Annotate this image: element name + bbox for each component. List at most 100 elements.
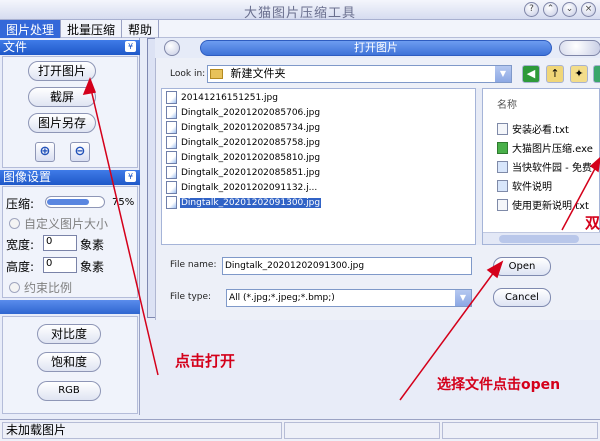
image-file-icon	[166, 136, 177, 149]
constrain-ratio-label: 约束比例	[24, 281, 73, 295]
shortcut-icon	[497, 160, 508, 173]
height-input[interactable]: 0	[43, 257, 77, 273]
file-item-name: Dingtalk_20201202085734.jpg	[181, 122, 321, 133]
text-file-icon	[497, 198, 508, 211]
contrast-button[interactable]: 对比度	[37, 324, 101, 344]
dialog-title: 打开图片	[200, 40, 552, 56]
right-file-item-name: 安装必看.txt	[512, 125, 569, 136]
window-restore-button[interactable]: ⌄	[562, 2, 577, 17]
chevron-down-icon[interactable]: ▼	[455, 290, 471, 306]
open-image-button[interactable]: 打开图片	[28, 61, 96, 81]
adjust-section-header	[0, 300, 140, 314]
collapse-chevron-icon[interactable]: ¥	[125, 171, 136, 182]
file-section-title: 文件	[3, 40, 28, 54]
dialog-cancel-button[interactable]: Cancel	[493, 288, 551, 307]
compress-label: 压缩:	[6, 197, 35, 211]
image-file-icon	[166, 106, 177, 119]
screenshot-button[interactable]: 截屏	[28, 87, 96, 107]
name-column-header[interactable]: 名称	[497, 96, 517, 111]
file-type-select[interactable]: All (*.jpg;*.jpeg;*.bmp;) ▼	[226, 289, 472, 307]
height-unit: 象素	[80, 260, 105, 274]
file-name-input[interactable]: Dingtalk_20201202091300.jpg	[222, 257, 472, 275]
file-name-label: File name:	[170, 260, 217, 270]
right-file-item[interactable]: 软件说明	[497, 178, 552, 193]
dialog-system-button[interactable]	[164, 40, 180, 56]
file-section-header[interactable]: 文件 ¥	[0, 40, 140, 55]
file-item[interactable]: Dingtalk_20201202085810.jpg	[166, 150, 321, 165]
compress-slider-fill	[47, 199, 89, 205]
menu-image-processing[interactable]: 图片处理	[0, 20, 62, 38]
window-controls: ? ⌃ ⌄ ×	[524, 2, 596, 17]
image-settings-header[interactable]: 图像设置 ¥	[0, 170, 140, 185]
file-item-name: Dingtalk_20201202085706.jpg	[181, 107, 321, 118]
chevron-down-icon[interactable]: ▼	[495, 66, 511, 82]
menu-help[interactable]: 帮助	[122, 20, 160, 38]
compress-slider[interactable]	[45, 196, 105, 208]
file-item[interactable]: Dingtalk_20201202085758.jpg	[166, 135, 321, 150]
file-item[interactable]: Dingtalk_20201202085734.jpg	[166, 120, 321, 135]
folder-icon	[210, 69, 223, 79]
right-file-item[interactable]: 安装必看.txt	[497, 121, 569, 136]
saturation-button[interactable]: 饱和度	[37, 352, 101, 372]
width-input[interactable]: 0	[43, 235, 77, 251]
menu-batch-compress[interactable]: 批量压缩	[61, 20, 123, 38]
width-unit: 象素	[80, 238, 105, 252]
file-item-name: Dingtalk_20201202091300.jpg	[180, 197, 322, 208]
save-as-button[interactable]: 图片另存	[28, 113, 96, 133]
status-cell-3	[442, 422, 598, 439]
image-file-icon	[166, 91, 177, 104]
right-file-item-name: 软件说明	[512, 182, 552, 193]
constrain-ratio-checkbox[interactable]	[9, 282, 20, 293]
file-item-name: Dingtalk_20201202085851.jpg	[181, 167, 321, 178]
dialog-control-button[interactable]	[559, 40, 600, 56]
file-item[interactable]: Dingtalk_20201202091132.j...	[166, 180, 318, 195]
file-item-selected[interactable]: Dingtalk_20201202091300.jpg	[166, 195, 322, 210]
window-close-button[interactable]: ×	[581, 2, 596, 17]
annotation-click-open: 点击打开	[175, 352, 236, 370]
file-type-value: All (*.jpg;*.jpeg;*.bmp;)	[229, 293, 335, 303]
dialog-open-button[interactable]: Open	[493, 257, 551, 276]
rgb-button[interactable]: RGB	[37, 381, 101, 401]
right-file-item[interactable]: 使用更新说明.txt	[497, 197, 589, 212]
app-exe-icon	[497, 141, 508, 154]
status-text: 未加载图片	[2, 422, 282, 439]
up-folder-icon[interactable]: ↑	[546, 65, 564, 83]
width-label: 宽度:	[6, 238, 35, 252]
file-item[interactable]: Dingtalk_20201202085706.jpg	[166, 105, 321, 120]
zoom-out-icon[interactable]: ⊖	[70, 142, 90, 162]
right-pane-scrollbar[interactable]	[483, 232, 600, 244]
annotation-select-file: 选择文件点击open	[437, 377, 561, 393]
text-file-icon	[497, 122, 508, 135]
file-item-name: 20141216151251.jpg	[181, 92, 278, 103]
file-item[interactable]: 20141216151251.jpg	[166, 90, 279, 105]
view-menu-icon[interactable]	[593, 65, 600, 83]
back-icon[interactable]: ◀	[522, 65, 540, 83]
new-folder-icon[interactable]: ✦	[570, 65, 588, 83]
status-bar: 未加载图片	[0, 419, 600, 441]
right-file-pane: 名称 安装必看.txt 大猫图片压缩.exe 当快软件园 - 免费 软件说明 使…	[482, 88, 600, 245]
image-file-icon	[166, 166, 177, 179]
image-file-icon	[166, 151, 177, 164]
right-file-item[interactable]: 当快软件园 - 免费	[497, 159, 592, 174]
image-settings-title: 图像设置	[3, 170, 52, 184]
image-file-icon	[166, 181, 177, 194]
zoom-in-icon[interactable]: ⊕	[35, 142, 55, 162]
menu-bar: 图片处理 批量压缩 帮助	[0, 20, 600, 38]
collapse-chevron-icon[interactable]: ¥	[125, 41, 136, 52]
shortcut-icon	[497, 179, 508, 192]
window-minimize-button[interactable]: ⌃	[543, 2, 558, 17]
custom-size-radio[interactable]	[9, 218, 20, 229]
height-label: 高度:	[6, 260, 35, 274]
compress-value: 75%	[112, 197, 135, 208]
file-item-name: Dingtalk_20201202085758.jpg	[181, 137, 321, 148]
file-type-label: File type:	[170, 292, 212, 302]
annotation-partial: 双	[585, 214, 600, 232]
right-file-item[interactable]: 大猫图片压缩.exe	[497, 140, 593, 155]
status-cell-2	[284, 422, 440, 439]
custom-size-label: 自定义图片大小	[24, 217, 109, 231]
scrollbar-thumb[interactable]	[499, 235, 579, 243]
file-item[interactable]: Dingtalk_20201202085851.jpg	[166, 165, 321, 180]
window-help-button[interactable]: ?	[524, 2, 539, 17]
right-file-item-name: 当快软件园 - 免费	[512, 163, 592, 174]
look-in-select[interactable]: 新建文件夹 ▼	[207, 65, 512, 83]
